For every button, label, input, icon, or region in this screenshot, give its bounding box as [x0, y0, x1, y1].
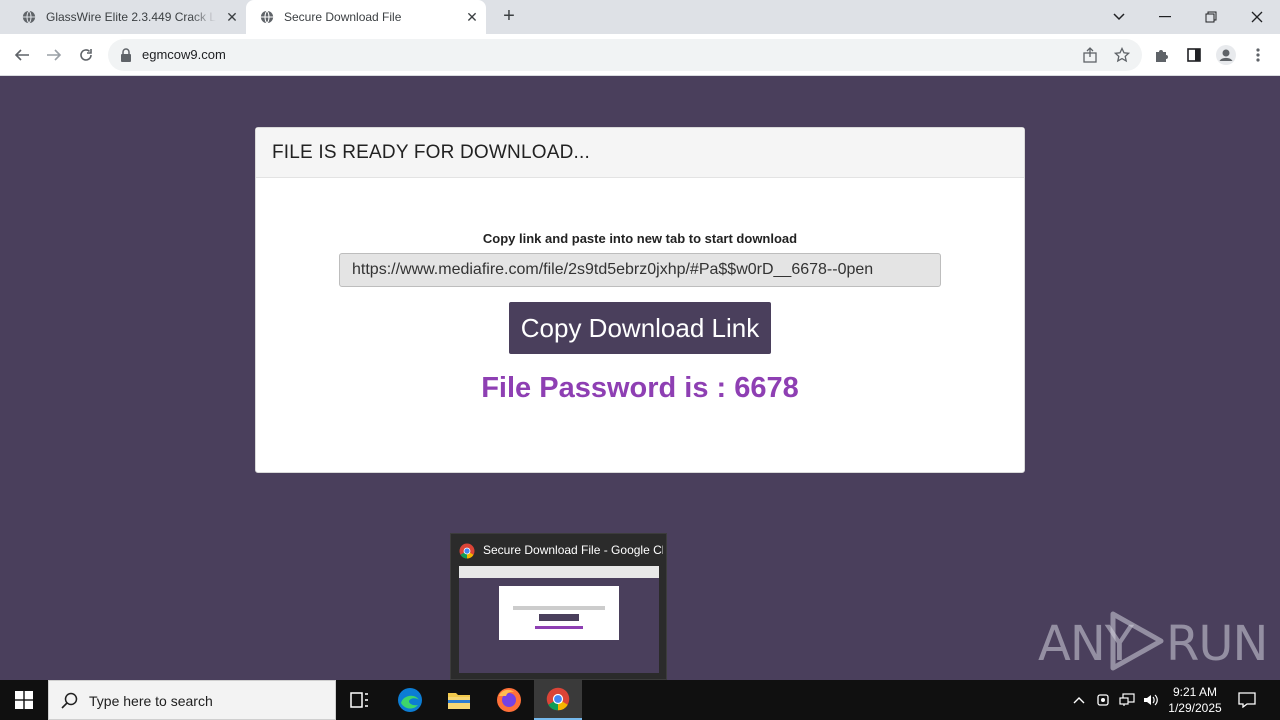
- url-text: egmcow9.com: [142, 47, 226, 62]
- bookmark-star-icon[interactable]: [1114, 47, 1130, 63]
- download-link-field[interactable]: https://www.mediafire.com/file/2s9td5ebr…: [339, 253, 941, 287]
- preview-thumbnail: [459, 566, 659, 673]
- network-icon: [1119, 693, 1135, 706]
- show-hidden-icons-button[interactable]: [1068, 680, 1090, 720]
- play-logo-icon: [1110, 611, 1164, 671]
- profile-button[interactable]: [1214, 43, 1238, 67]
- chrome-icon: [459, 543, 475, 559]
- task-view-icon: [350, 692, 368, 708]
- card-header: FILE IS READY FOR DOWNLOAD...: [256, 128, 1024, 178]
- close-tab-icon[interactable]: ✕: [224, 9, 240, 25]
- preview-title: Secure Download File - Google Chrome: [483, 543, 663, 557]
- notification-icon: [1238, 692, 1256, 708]
- tab-strip: GlassWire Elite 2.3.449 Crack Lifetime ✕…: [0, 0, 1280, 34]
- thumbnail-link-line: [513, 606, 605, 610]
- arrow-right-icon: [47, 49, 62, 61]
- thumbnail-button: [539, 614, 579, 621]
- reload-icon: [80, 49, 92, 61]
- folder-icon: [448, 693, 470, 709]
- windows-logo-icon: [15, 691, 33, 709]
- edge-icon: [398, 688, 422, 712]
- download-card: FILE IS READY FOR DOWNLOAD... Copy link …: [255, 127, 1025, 473]
- globe-icon: [260, 10, 274, 24]
- extensions-button[interactable]: [1150, 43, 1174, 67]
- taskbar-preview[interactable]: Secure Download File - Google Chrome: [450, 533, 667, 680]
- search-icon: [61, 692, 78, 709]
- tab-glasswire[interactable]: GlassWire Elite 2.3.449 Crack Lifetime ✕: [8, 0, 246, 34]
- thumbnail-toolbar: [459, 566, 659, 578]
- close-tab-icon[interactable]: ✕: [464, 9, 480, 25]
- chrome-icon: [546, 687, 570, 711]
- browser-toolbar: egmcow9.com: [0, 34, 1280, 76]
- windows-taskbar: Type here to search 9:21 AM 1/29/2025: [0, 680, 1280, 720]
- device-tray-button[interactable]: [1092, 680, 1114, 720]
- firefox-icon: [497, 688, 521, 712]
- globe-icon: [22, 10, 36, 24]
- copy-download-link-button[interactable]: Copy Download Link: [509, 302, 771, 354]
- thumbnail-password-line: [535, 626, 583, 629]
- share-icon[interactable]: [1082, 47, 1098, 63]
- anyrun-watermark: ANY RUN: [1038, 606, 1268, 676]
- network-tray-button[interactable]: [1116, 680, 1138, 720]
- tab-title: Secure Download File: [284, 10, 402, 24]
- thumbnail-card: [499, 586, 619, 640]
- device-icon: [1097, 694, 1109, 706]
- clock-date: 1/29/2025: [1168, 701, 1222, 715]
- speaker-icon: [1144, 694, 1158, 706]
- tab-title: GlassWire Elite 2.3.449 Crack Lifetime: [46, 10, 216, 24]
- firefox-taskbar-button[interactable]: [485, 680, 533, 720]
- close-window-button[interactable]: [1234, 0, 1280, 34]
- address-bar[interactable]: egmcow9.com: [108, 39, 1142, 71]
- forward-button[interactable]: [42, 43, 66, 67]
- start-button[interactable]: [0, 680, 48, 720]
- kebab-menu-icon: [1256, 48, 1260, 62]
- reload-button[interactable]: [74, 43, 98, 67]
- file-explorer-taskbar-button[interactable]: [435, 680, 483, 720]
- restore-button[interactable]: [1188, 0, 1234, 34]
- lock-icon[interactable]: [120, 48, 132, 62]
- search-placeholder: Type here to search: [89, 693, 213, 709]
- minimize-button[interactable]: [1142, 0, 1188, 34]
- puzzle-icon: [1156, 50, 1168, 62]
- new-tab-button[interactable]: +: [499, 6, 519, 27]
- file-password-text: File Password is : 6678: [481, 372, 799, 404]
- chrome-taskbar-button[interactable]: [534, 680, 582, 720]
- tab-search-icon[interactable]: [1096, 0, 1142, 34]
- side-panel-icon: [1187, 48, 1201, 62]
- arrow-left-icon: [14, 49, 29, 61]
- watermark-text-right: RUN: [1166, 616, 1268, 672]
- taskbar-search[interactable]: Type here to search: [48, 680, 336, 720]
- notification-center-button[interactable]: [1232, 680, 1262, 720]
- chevron-up-icon: [1073, 697, 1085, 704]
- menu-button[interactable]: [1246, 43, 1270, 67]
- back-button[interactable]: [10, 43, 34, 67]
- side-panel-button[interactable]: [1182, 43, 1206, 67]
- system-clock[interactable]: 9:21 AM 1/29/2025: [1160, 684, 1230, 716]
- avatar-icon: [1216, 45, 1236, 65]
- instruction-text: Copy link and paste into new tab to star…: [482, 231, 798, 246]
- clock-time: 9:21 AM: [1172, 685, 1218, 699]
- tab-secure-download[interactable]: Secure Download File ✕: [246, 0, 486, 34]
- task-view-button[interactable]: [336, 680, 384, 720]
- edge-taskbar-button[interactable]: [386, 680, 434, 720]
- volume-tray-button[interactable]: [1140, 680, 1162, 720]
